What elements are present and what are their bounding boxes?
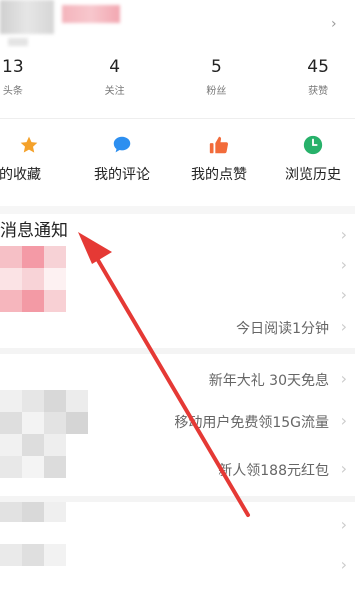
- thumbs-up-icon: [208, 132, 230, 158]
- list-row-red-packet[interactable]: 新人领188元红包 ›: [0, 450, 355, 490]
- section-gap: [0, 348, 355, 354]
- stat-value: 4: [109, 57, 121, 77]
- chevron-right-icon: ›: [340, 555, 347, 574]
- my-comments-button[interactable]: 我的评论: [77, 132, 167, 184]
- list-row-mobile-data[interactable]: 移动用户免费领15G流量 ›: [0, 402, 355, 442]
- chevron-right-icon: ›: [340, 515, 347, 534]
- avatar[interactable]: [0, 0, 54, 34]
- stat-likes-received[interactable]: 45 获赞: [267, 56, 355, 106]
- my-likes-button[interactable]: 我的点赞: [174, 132, 264, 184]
- stat-label: 头条: [2, 86, 23, 97]
- chevron-right-icon: ›: [340, 255, 347, 274]
- chevron-right-icon: ›: [340, 225, 347, 244]
- username-redacted: [62, 5, 120, 23]
- profile-screen: › 13 头条 4 关注 5 粉丝 45 获赞 的收藏 我的评论 我的点赞 浏览…: [0, 0, 355, 600]
- chevron-right-icon: ›: [340, 285, 347, 304]
- chevron-right-icon: ›: [340, 459, 347, 478]
- favorites-button[interactable]: 的收藏: [0, 132, 74, 184]
- section-gap: [0, 496, 355, 502]
- history-clock-icon: [302, 132, 324, 158]
- list-row-daily-reading[interactable]: 今日阅读1分钟 ›: [0, 308, 355, 348]
- stat-value: 5: [210, 57, 222, 77]
- browsing-history-button[interactable]: 浏览历史: [268, 132, 355, 184]
- stat-value: 13: [2, 57, 24, 77]
- section-gap: [0, 206, 355, 214]
- action-label: 我的点赞: [191, 167, 247, 183]
- stat-label: 关注: [104, 86, 125, 97]
- chevron-right-icon: ›: [340, 317, 347, 336]
- star-icon: [19, 132, 39, 158]
- divider: [0, 118, 355, 119]
- list-row[interactable]: ›: [0, 506, 355, 546]
- chevron-right-icon: ›: [340, 411, 347, 430]
- stat-label: 粉丝: [206, 86, 227, 97]
- stat-followers[interactable]: 5 粉丝: [166, 56, 268, 106]
- action-label: 的收藏: [0, 167, 41, 183]
- list-row-new-year-gift[interactable]: 新年大礼 30天免息 ›: [0, 360, 355, 400]
- profile-subtext-redacted: [8, 38, 28, 46]
- profile-header[interactable]: ›: [0, 0, 355, 52]
- list-row[interactable]: ›: [0, 546, 355, 586]
- stat-value: 45: [307, 57, 329, 77]
- stat-following[interactable]: 4 关注: [64, 56, 166, 106]
- stats-row: 13 头条 4 关注 5 粉丝 45 获赞: [0, 56, 355, 106]
- stat-label: 获赞: [308, 86, 329, 97]
- action-label: 浏览历史: [285, 167, 341, 183]
- comment-icon: [111, 132, 133, 158]
- action-label: 我的评论: [94, 167, 150, 183]
- quick-actions: 的收藏 我的评论 我的点赞 浏览历史: [0, 132, 355, 202]
- chevron-right-icon: ›: [340, 369, 347, 388]
- stat-headlines[interactable]: 13 头条: [0, 56, 64, 106]
- chevron-right-icon[interactable]: ›: [331, 16, 337, 32]
